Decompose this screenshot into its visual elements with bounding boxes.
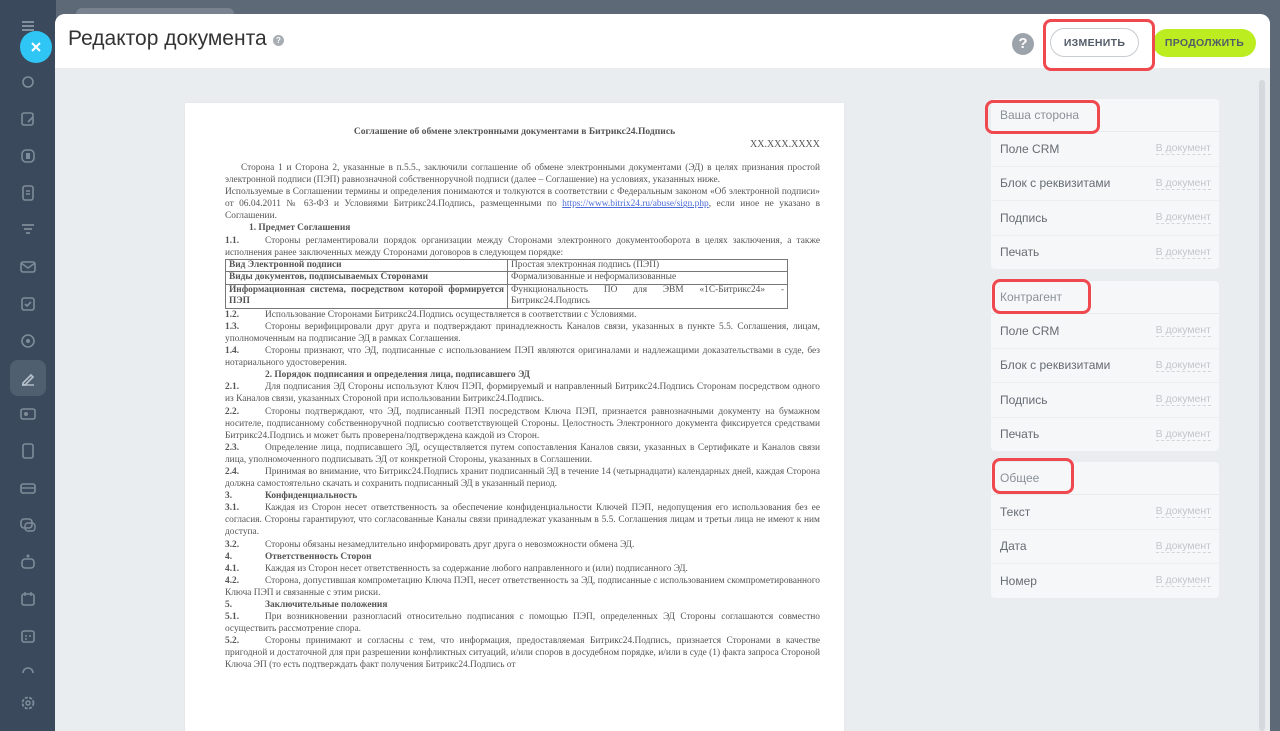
- section-heading: 3. Конфиденциальность: [225, 491, 358, 502]
- continue-button[interactable]: ПРОДОЛЖИТЬ: [1153, 29, 1256, 57]
- title-help-icon[interactable]: ?: [273, 35, 284, 46]
- section-heading: 5. Заключительные положения: [225, 600, 388, 610]
- activity-icon[interactable]: [18, 72, 38, 92]
- section-heading: 1. Предмет Соглашения: [249, 223, 351, 234]
- paragraph: Сторона 1 и Сторона 2, указанные в п.5.5…: [225, 163, 820, 186]
- paragraph: 1.4. Стороны признают, что ЭД, подписанны…: [225, 346, 820, 369]
- insert-link[interactable]: В документ: [1155, 211, 1211, 225]
- section-heading: 2. Порядок подписания и определения лица…: [265, 370, 530, 381]
- paragraph: 4.2. Сторона, допустившая компрометацию К…: [225, 575, 820, 598]
- help-button[interactable]: ?: [1012, 33, 1034, 55]
- mail-icon[interactable]: [18, 257, 38, 277]
- target-icon[interactable]: [18, 331, 38, 351]
- storage-icon[interactable]: [18, 478, 38, 498]
- counterparty-highlight: [992, 279, 1091, 314]
- slider-header: Редактор документа ? ? ИЗМЕНИТЬ ПРОДОЛЖИ…: [55, 14, 1270, 71]
- field-row[interactable]: Блок с реквизитами В документ: [991, 167, 1219, 201]
- file-icon[interactable]: [18, 441, 38, 461]
- insert-link[interactable]: В документ: [1155, 574, 1211, 588]
- insert-link[interactable]: В документ: [1155, 324, 1211, 338]
- paragraph: 3.1. Каждая из Сторон несет ответственнос…: [225, 503, 820, 538]
- bot-icon[interactable]: [18, 552, 38, 572]
- calendar-icon[interactable]: [18, 589, 38, 609]
- app-sidebar: [0, 0, 234, 731]
- signature-info-table: Вид Электронной подписи Простая электронн…: [225, 258, 788, 309]
- paragraph: 1.2. Использование Сторонами Битрикс24.По…: [225, 309, 637, 320]
- field-row[interactable]: Печать В документ: [991, 236, 1219, 270]
- table-row: Виды документов, подписываемых Сторонами…: [225, 271, 788, 285]
- paragraph: 2.4. Принимая во внимание, что Битрикс24.…: [225, 466, 820, 490]
- insert-link[interactable]: В документ: [1155, 359, 1211, 372]
- field-row[interactable]: Блок с реквизитами В документ: [991, 349, 1219, 383]
- document-page: Соглашение об обмене электронными докуме…: [185, 103, 844, 731]
- crm-icon[interactable]: [18, 146, 38, 166]
- field-row[interactable]: Номер В документ: [991, 564, 1219, 598]
- page-title: Редактор документа: [68, 27, 267, 50]
- close-slider-button[interactable]: [20, 31, 52, 63]
- paragraph: Используемые в Соглашении термины и опре…: [225, 187, 820, 222]
- field-row[interactable]: Поле CRM В документ: [991, 132, 1219, 167]
- paragraph: 5.1. При возникновении разногласий относи…: [225, 612, 820, 635]
- insert-link[interactable]: В документ: [1155, 505, 1211, 519]
- abuse-link[interactable]: https://www.bitrix24.ru/abuse/sign.php: [562, 199, 709, 209]
- field-row[interactable]: Текст В документ: [991, 495, 1219, 530]
- field-row[interactable]: Поле CRM В документ: [991, 314, 1219, 349]
- chat-icon[interactable]: [18, 515, 38, 535]
- table-row: Информационная система, посредством кото…: [225, 283, 788, 309]
- filter-icon[interactable]: [18, 220, 38, 240]
- table-row: Вид Электронной подписи Простая электронн…: [225, 258, 788, 273]
- field-row[interactable]: Печать В документ: [991, 418, 1219, 452]
- document-editor-slider: Редактор документа ? ? ИЗМЕНИТЬ ПРОДОЛЖИ…: [55, 14, 1270, 731]
- field-row[interactable]: Подпись В документ: [991, 201, 1219, 236]
- your-side-highlight: [985, 100, 1100, 134]
- tasks-edit-icon[interactable]: [18, 109, 38, 129]
- paragraph: 2.2. Стороны подтверждают, что ЭД, подпис…: [225, 406, 820, 441]
- paragraph: 3.2. Стороны обязаны незамедлительно инфо…: [225, 539, 635, 550]
- insert-link[interactable]: В документ: [1155, 393, 1211, 407]
- document-body: Сторона 1 и Сторона 2, указанные в п.5.5…: [225, 162, 820, 672]
- insert-link[interactable]: В документ: [1155, 142, 1211, 156]
- document-number: XX.XXX.XXXX: [750, 139, 820, 150]
- cloud-icon[interactable]: [18, 660, 38, 680]
- change-button-highlight: [1043, 19, 1155, 71]
- document-title: Соглашение об обмене электронными докуме…: [353, 126, 676, 137]
- document-icon[interactable]: [18, 183, 38, 203]
- common-highlight: [992, 458, 1074, 494]
- checklist-icon[interactable]: [18, 294, 38, 314]
- close-icon: [31, 42, 41, 52]
- schedule-icon[interactable]: [18, 626, 38, 646]
- section-heading: 4. Ответственность Сторон: [225, 551, 372, 562]
- paragraph: 1.1. Стороны регламентировали порядок орг…: [225, 235, 820, 258]
- paragraph: 5.2. Стороны принимают и согласны с тем, …: [225, 636, 820, 671]
- field-row[interactable]: Подпись В документ: [991, 383, 1219, 418]
- field-row[interactable]: Дата В документ: [991, 530, 1219, 564]
- paragraph: 2.3. Определение лица, подписавшего ЭД, о…: [225, 442, 820, 465]
- insert-link[interactable]: В документ: [1155, 540, 1211, 553]
- insert-link[interactable]: В документ: [1155, 246, 1211, 259]
- contact-card-icon[interactable]: [18, 404, 38, 424]
- insert-link[interactable]: В документ: [1155, 428, 1211, 441]
- insert-link[interactable]: В документ: [1155, 177, 1211, 190]
- scrollbar[interactable]: [1259, 80, 1265, 731]
- paragraph: 2.1. Для подписания ЭД Стороны используют…: [225, 382, 820, 405]
- paragraph: 1.3. Стороны верифицировали друг друга и …: [225, 321, 820, 344]
- paragraph: 4.1. Каждая из Сторон несет ответственнос…: [225, 563, 688, 574]
- settings-icon[interactable]: [18, 693, 38, 713]
- sign-icon[interactable]: [18, 368, 38, 388]
